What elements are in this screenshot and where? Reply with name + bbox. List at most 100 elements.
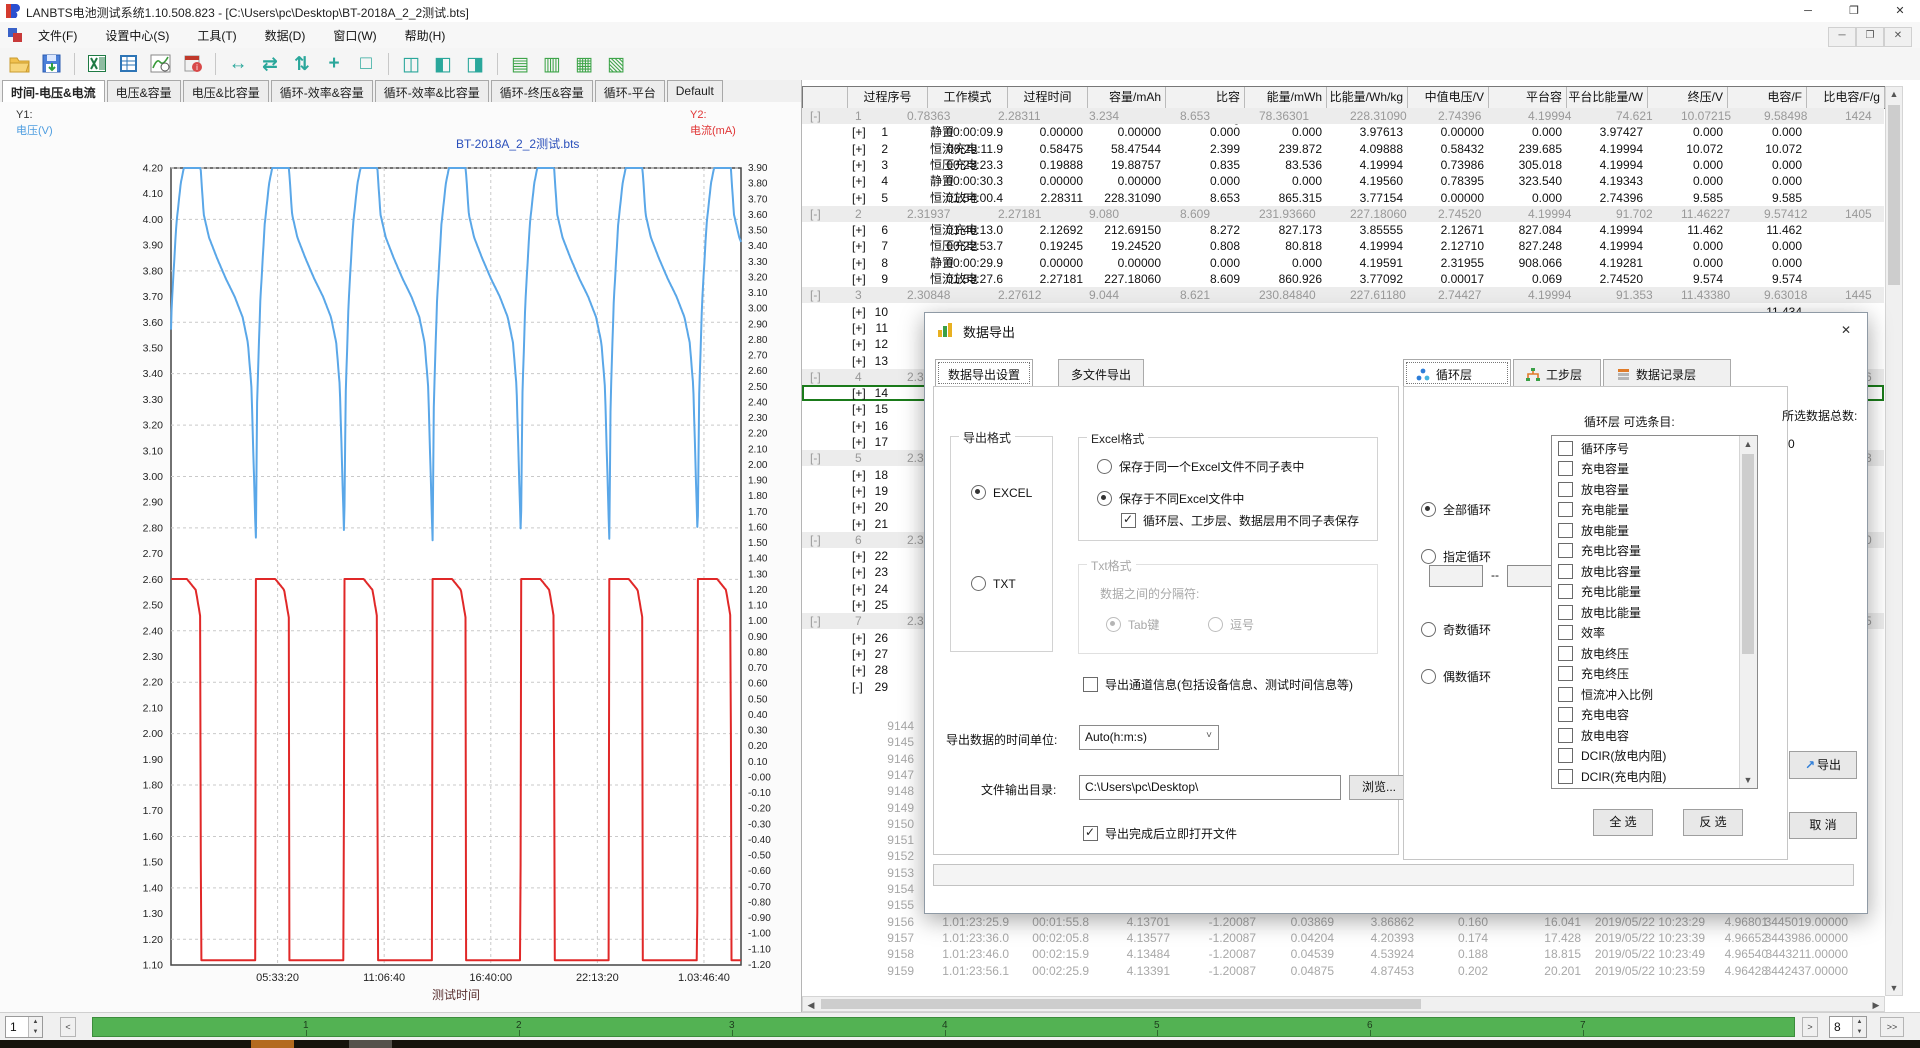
cycle-item-checkbox[interactable]: 放电比容量 bbox=[1552, 561, 1738, 582]
spinner-up-icon[interactable]: ▲ bbox=[28, 1017, 42, 1027]
radio-different-excel-files[interactable]: 保存于不同Excel文件中 bbox=[1097, 490, 1244, 507]
close-button[interactable]: ✕ bbox=[1880, 0, 1920, 22]
table-row[interactable]: 91561.01:23:25.900:01:55.84.13701-1.2008… bbox=[802, 914, 1884, 930]
cycle-item-checkbox[interactable]: 放电电容 bbox=[1552, 725, 1738, 746]
column-header[interactable]: 能量/mWh bbox=[1245, 87, 1327, 108]
table-row[interactable]: [+]5恒流放电01:54:00.42.28311228.310908.6538… bbox=[802, 190, 1884, 206]
tab-cycle-layer[interactable]: 循环层 bbox=[1403, 359, 1511, 387]
pane-right-icon[interactable]: ◨ bbox=[461, 50, 489, 78]
spinner-up-icon[interactable]: ▲ bbox=[1852, 1017, 1866, 1027]
excel-export-icon[interactable] bbox=[83, 50, 111, 78]
spinner-down-icon[interactable]: ▼ bbox=[28, 1027, 42, 1037]
invert-selection-button[interactable]: 反 选 bbox=[1683, 809, 1743, 836]
cycle-item-checkbox[interactable]: DCIR(放电内阻) bbox=[1552, 746, 1738, 767]
fit-vertical-icon[interactable]: ⇅ bbox=[288, 50, 316, 78]
column-header[interactable]: 比电容/F/g bbox=[1807, 87, 1885, 108]
page-range-bar[interactable]: 1234567 bbox=[92, 1017, 1795, 1037]
right-page-spinner[interactable]: 8 ▲ ▼ bbox=[1829, 1016, 1867, 1038]
table-row[interactable]: [+]8静置00:00:29.90.000000.000000.0000.000… bbox=[802, 255, 1884, 271]
tab-multifile-export[interactable]: 多文件导出 bbox=[1058, 359, 1144, 387]
cancel-button[interactable]: 取 消 bbox=[1789, 812, 1857, 839]
view-grid-1-icon[interactable]: ▤ bbox=[506, 50, 534, 78]
chart-tab[interactable]: 时间-电压&电流 bbox=[2, 80, 105, 104]
column-header[interactable]: 终压/V bbox=[1648, 87, 1728, 108]
cycle-item-checkbox[interactable]: 充电比能量 bbox=[1552, 582, 1738, 603]
tab-export-settings[interactable]: 数据导出设置 bbox=[935, 359, 1033, 387]
taskbar-app-icon[interactable] bbox=[251, 1040, 294, 1048]
zoom-box-icon[interactable]: □ bbox=[352, 50, 380, 78]
cycle-item-checkbox[interactable]: 放电终压 bbox=[1552, 643, 1738, 664]
menu-item[interactable]: 窗口(W) bbox=[319, 22, 390, 48]
scroll-down-icon[interactable]: ▼ bbox=[1886, 983, 1902, 993]
table-row[interactable]: 91591.01:23:56.100:02:25.94.13391-1.2008… bbox=[802, 963, 1884, 979]
export-button[interactable]: ↗导出 bbox=[1789, 751, 1857, 779]
chart-tab[interactable]: 循环-效率&容量 bbox=[271, 80, 373, 103]
child-restore-button[interactable]: ❐ bbox=[1856, 27, 1884, 47]
checkbox-separate-sheets[interactable]: 循环层、工步层、数据层用不同子表保存 bbox=[1121, 512, 1359, 529]
list-scroll-down-icon[interactable]: ▼ bbox=[1740, 775, 1756, 785]
save-icon[interactable] bbox=[38, 50, 66, 78]
tab-step-layer[interactable]: 工步层 bbox=[1513, 359, 1601, 387]
menu-item[interactable]: 工具(T) bbox=[183, 22, 250, 48]
column-header[interactable]: 比容量/mAh/g bbox=[1166, 87, 1245, 108]
radio-excel[interactable]: EXCEL bbox=[971, 485, 1032, 500]
pane-left-icon[interactable]: ◧ bbox=[429, 50, 457, 78]
tab-record-layer[interactable]: 数据记录层 bbox=[1603, 359, 1731, 387]
column-header[interactable]: 平台容量/mAh bbox=[1489, 87, 1567, 108]
table-row[interactable]: [+]6恒流充电01:46:13.02.12692212.691508.2728… bbox=[802, 222, 1884, 238]
time-unit-select[interactable]: Auto(h:m:s) ˅ bbox=[1079, 725, 1219, 750]
scroll-left-icon[interactable]: ◀ bbox=[805, 1000, 817, 1011]
cycle-items-listbox[interactable]: 循环序号充电容量放电容量充电能量放电能量充电比容量放电比容量充电比能量放电比能量… bbox=[1551, 435, 1758, 789]
column-header[interactable]: 电容/F bbox=[1728, 87, 1807, 108]
chart-tab[interactable]: 电压&比容量 bbox=[183, 80, 269, 103]
cycle-item-checkbox[interactable]: 效率 bbox=[1552, 623, 1738, 644]
menu-item[interactable]: 数据(D) bbox=[251, 22, 320, 48]
cycle-item-checkbox[interactable]: 充电容量 bbox=[1552, 459, 1738, 480]
fit-width-icon[interactable]: ↔ bbox=[224, 50, 252, 78]
report-export-icon[interactable] bbox=[115, 50, 143, 78]
menu-item[interactable]: 帮助(H) bbox=[391, 22, 460, 48]
radio-tab-separator[interactable]: Tab键 bbox=[1106, 616, 1159, 633]
minimize-button[interactable]: ─ bbox=[1788, 0, 1828, 22]
radio-same-excel-file[interactable]: 保存于同一个Excel文件不同子表中 bbox=[1097, 458, 1304, 475]
table-row[interactable]: [+]7恒压充电00:22:53.70.1924519.245200.80880… bbox=[802, 238, 1884, 254]
chart-tab[interactable]: 循环-效率&比容量 bbox=[375, 80, 489, 103]
checkbox-open-after-export[interactable]: 导出完成后立即打开文件 bbox=[1083, 825, 1237, 842]
table-row[interactable]: [-]32.308482.276129.0448.621230.84840227… bbox=[802, 287, 1884, 303]
cycle-item-checkbox[interactable]: 充电能量 bbox=[1552, 500, 1738, 521]
radio-cycle-option[interactable]: 指定循环 bbox=[1421, 548, 1491, 565]
table-vertical-scrollbar[interactable]: ▲ ▼ bbox=[1885, 86, 1903, 996]
browse-button[interactable]: 浏览... bbox=[1349, 775, 1409, 800]
view-grid-4-icon[interactable]: ▧ bbox=[602, 50, 630, 78]
spinner-down-icon[interactable]: ▼ bbox=[1852, 1027, 1866, 1037]
menu-item[interactable]: 设置中心(S) bbox=[91, 22, 183, 48]
cycle-item-checkbox[interactable]: 恒流冲入比例 bbox=[1552, 684, 1738, 705]
table-row[interactable]: 91571.01:23:36.000:02:05.84.13577-1.2008… bbox=[802, 930, 1884, 946]
view-grid-3-icon[interactable]: ▦ bbox=[570, 50, 598, 78]
column-header[interactable]: 中值电压/V bbox=[1408, 87, 1489, 108]
fit-horizontal-icon[interactable]: ⇄ bbox=[256, 50, 284, 78]
page-last-button[interactable]: >> bbox=[1880, 1017, 1904, 1037]
radio-cycle-option[interactable]: 奇数循环 bbox=[1421, 621, 1491, 638]
cycle-item-checkbox[interactable]: 放电能量 bbox=[1552, 520, 1738, 541]
table-row[interactable]: 91581.01:23:46.000:02:15.94.13484-1.2008… bbox=[802, 946, 1884, 962]
column-header[interactable]: 过程序号 bbox=[848, 87, 928, 108]
fit-all-icon[interactable]: + bbox=[320, 50, 348, 78]
output-dir-input[interactable]: C:\Users\pc\Desktop\ bbox=[1079, 775, 1341, 800]
column-header[interactable] bbox=[803, 87, 848, 108]
child-close-button[interactable]: ✕ bbox=[1884, 27, 1912, 47]
cycle-item-checkbox[interactable]: 充电比容量 bbox=[1552, 541, 1738, 562]
scroll-right-icon[interactable]: ▶ bbox=[1870, 1000, 1882, 1011]
table-row[interactable]: [-]10.783632.283113.2348.65378.36301228.… bbox=[802, 108, 1884, 124]
chart-tab[interactable]: 电压&容量 bbox=[107, 80, 181, 103]
column-header[interactable]: 工作模式 bbox=[928, 87, 1008, 108]
menu-item[interactable]: 文件(F) bbox=[24, 22, 91, 48]
cycle-item-checkbox[interactable]: DCIR(充电内阻) bbox=[1552, 766, 1738, 787]
time-voltage-current-chart[interactable]: Y1:电压(V)Y2:电流(mA)BT-2018A_2_2测试.bts4.204… bbox=[0, 102, 801, 1012]
export-dialog-titlebar[interactable]: 数据导出 ✕ bbox=[925, 313, 1867, 347]
dialog-close-icon[interactable]: ✕ bbox=[1835, 321, 1857, 339]
cycle-item-checkbox[interactable]: 充电终压 bbox=[1552, 664, 1738, 685]
page-next-button[interactable]: > bbox=[1802, 1017, 1818, 1037]
table-row[interactable]: [+]1静置00:00:09.90.000000.000000.0000.000… bbox=[802, 124, 1884, 140]
child-minimize-button[interactable]: ─ bbox=[1828, 27, 1856, 47]
